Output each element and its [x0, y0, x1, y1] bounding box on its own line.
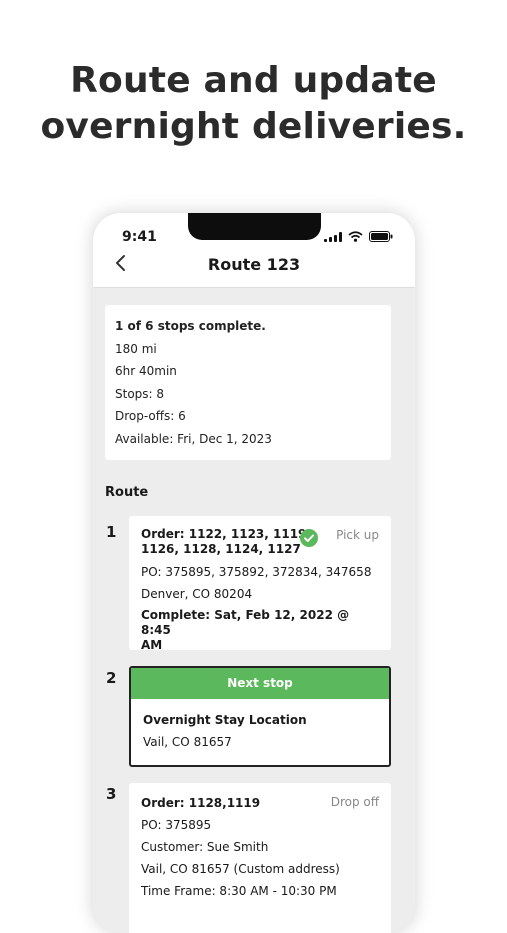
page-title: Route 123 — [207, 255, 301, 274]
route-summary-card: 1 of 6 stops complete. 180 mi 6hr 40min … — [105, 305, 391, 460]
stop-card-2[interactable]: Next stop Overnight Stay Location Vail, … — [129, 666, 391, 767]
phone-notch — [188, 213, 321, 240]
headline-line-1: Route and update — [70, 60, 437, 101]
stop-orders-line-2: 1126, 1128, 1124, 1127 — [141, 542, 301, 556]
stop-type-label: Pick up — [336, 528, 379, 542]
stop-time-frame: Time Frame: 8:30 AM - 10:30 PM — [141, 884, 337, 898]
stop-po: PO: 375895, 375892, 372834, 347658 — [141, 565, 372, 579]
route-section-heading: Route — [105, 485, 149, 500]
headline-line-2: overnight deliveries. — [40, 106, 467, 147]
stop-customer: Customer: Sue Smith — [141, 840, 269, 854]
phone-frame: 9:41 Route 123 1 of 6 stops complete. 18… — [93, 213, 415, 933]
stop-po: PO: 375895 — [141, 818, 212, 832]
duration-text: 6hr 40min — [115, 364, 177, 378]
top-bar: 9:41 Route 123 — [93, 213, 415, 288]
wifi-icon — [348, 231, 363, 242]
distance-text: 180 mi — [115, 341, 157, 356]
next-stop-banner: Next stop — [131, 668, 389, 699]
stop-number-3: 3 — [106, 785, 117, 803]
stops-count: Stops: 8 — [115, 386, 165, 401]
stop-card-3[interactable]: Drop off Order: 1128,1119 PO: 375895 Cus… — [129, 783, 391, 933]
signal-icon — [324, 231, 342, 242]
marketing-headline: Route and update overnight deliveries. — [0, 58, 507, 150]
status-time: 9:41 — [122, 229, 157, 245]
battery-icon — [369, 231, 393, 242]
check-circle-icon — [300, 529, 318, 547]
stop-location: Vail, CO 81657 — [143, 735, 232, 749]
available-date: Available: Fri, Dec 1, 2023 — [115, 431, 272, 446]
stop-type-label: Drop off — [330, 795, 379, 809]
stop-name: Overnight Stay Location — [143, 713, 307, 727]
dropoffs-count: Drop-offs: 6 — [115, 409, 186, 423]
stop-number-2: 2 — [106, 669, 117, 687]
stop-complete-line-2: AM — [141, 638, 163, 652]
status-icons — [324, 231, 393, 242]
stop-location: Denver, CO 80204 — [141, 587, 253, 601]
stop-number-1: 1 — [106, 523, 117, 541]
stop-address: Vail, CO 81657 (Custom address) — [141, 862, 340, 876]
stop-card-1[interactable]: Pick up Order: 1122, 1123, 1119, 1126, 1… — [129, 516, 391, 652]
stop-complete-line-1: Complete: Sat, Feb 12, 2022 @ 8:45 — [141, 608, 350, 637]
progress-text: 1 of 6 stops complete. — [115, 319, 266, 333]
